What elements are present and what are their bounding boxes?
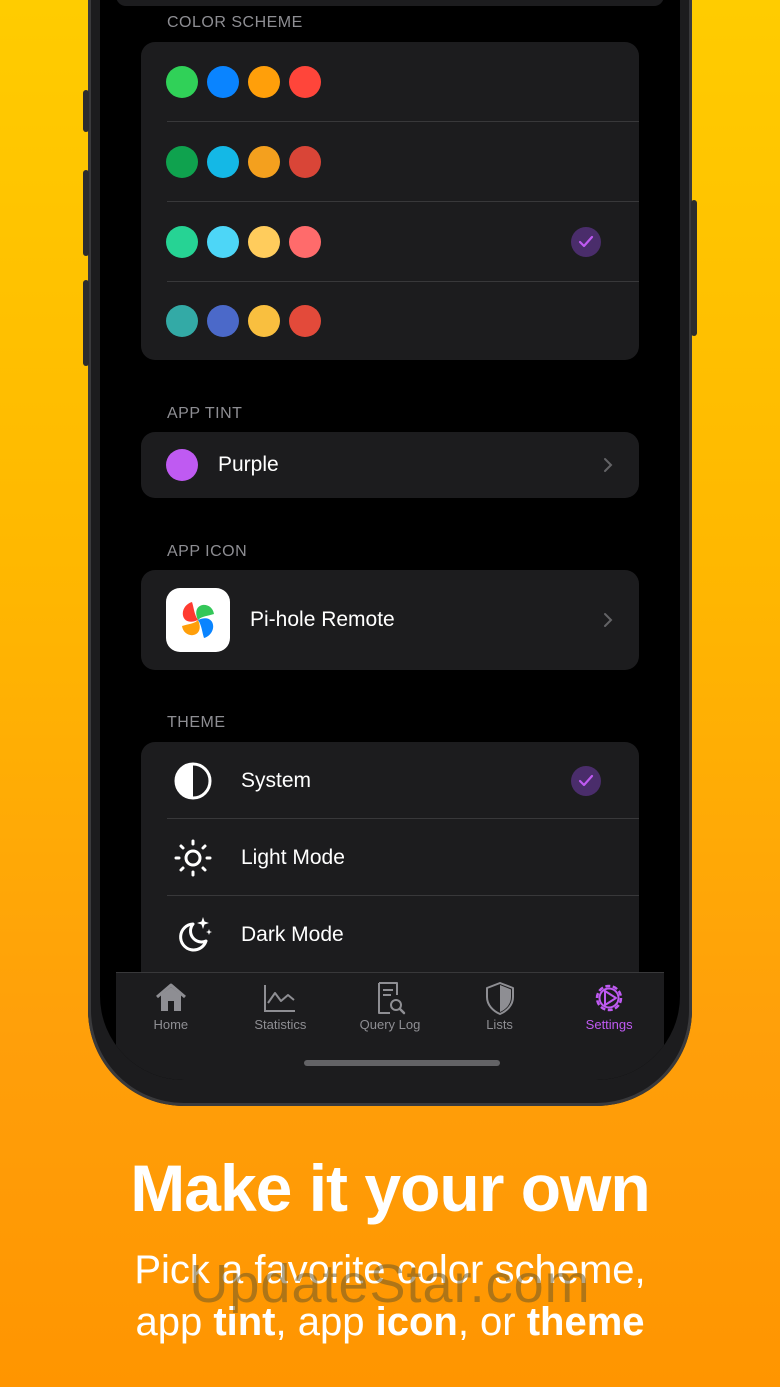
color-swatch xyxy=(248,146,280,178)
theme-header: THEME xyxy=(167,714,226,731)
color-swatch xyxy=(289,226,321,258)
top-group-remnant xyxy=(116,0,664,6)
theme-label: Dark Mode xyxy=(241,923,344,946)
color-swatch xyxy=(207,146,239,178)
phone-volume-down xyxy=(83,280,89,366)
checkmark-icon xyxy=(571,765,601,796)
color-swatch xyxy=(248,226,280,258)
color-swatch xyxy=(207,305,239,337)
chevron-right-icon xyxy=(604,613,613,627)
color-swatches xyxy=(166,305,321,337)
app-icon-label: Pi-hole Remote xyxy=(250,608,395,631)
theme-row-system[interactable]: System xyxy=(141,742,639,819)
tab-label: Settings xyxy=(585,1017,633,1032)
watermark: UpdateStar.com xyxy=(189,1254,591,1314)
color-swatch xyxy=(207,66,239,98)
checkmark-icon xyxy=(571,227,601,257)
color-swatch xyxy=(166,146,198,178)
chart-icon xyxy=(264,985,296,1012)
theme-group: System Light Mode Dark Mode xyxy=(141,742,639,974)
color-swatches xyxy=(166,66,321,98)
color-swatch xyxy=(207,226,239,258)
tint-color-dot xyxy=(166,449,198,481)
app-tint-header: APP TINT xyxy=(167,405,243,422)
theme-row-light[interactable]: Light Mode xyxy=(141,819,639,896)
moon-stars-icon xyxy=(179,917,212,952)
color-swatch xyxy=(289,146,321,178)
app-tint-row[interactable]: Purple xyxy=(141,432,639,498)
color-swatches xyxy=(166,226,321,258)
theme-label: System xyxy=(241,768,312,792)
shield-icon xyxy=(485,982,514,1015)
color-scheme-row[interactable] xyxy=(141,122,639,202)
color-scheme-row[interactable] xyxy=(141,282,639,360)
tab-label: Lists xyxy=(486,1017,513,1032)
tab-label: Statistics xyxy=(254,1017,307,1032)
color-swatch xyxy=(289,305,321,337)
color-swatch xyxy=(289,66,321,98)
app-icon-row[interactable]: Pi-hole Remote xyxy=(141,570,639,670)
color-scheme-row[interactable] xyxy=(141,42,639,122)
chevron-right-icon xyxy=(604,458,613,472)
pihole-app-icon xyxy=(166,588,230,652)
home-indicator xyxy=(304,1060,500,1066)
half-circle-icon xyxy=(174,762,212,799)
theme-row-dark[interactable]: Dark Mode xyxy=(141,896,639,974)
color-scheme-row[interactable] xyxy=(141,202,639,282)
phone-volume-up xyxy=(83,170,89,256)
tab-label: Query Log xyxy=(359,1017,421,1032)
app-icon-header: APP ICON xyxy=(167,543,248,560)
phone-power-button xyxy=(691,200,697,336)
color-swatch xyxy=(248,66,280,98)
color-scheme-group xyxy=(141,42,639,360)
phone-screen: COLOR SCHEME APP TINT Purple APP ICON Pi… xyxy=(100,0,680,1080)
promo-headline: Make it your own xyxy=(130,1151,650,1225)
color-scheme-header: COLOR SCHEME xyxy=(167,14,303,31)
phone-side-button xyxy=(83,90,89,132)
app-icon-group: Pi-hole Remote xyxy=(141,570,639,670)
app-tint-label: Purple xyxy=(218,453,279,476)
tab-label: Home xyxy=(153,1017,189,1032)
pihole-logo-icon xyxy=(182,602,214,638)
house-icon xyxy=(155,983,186,1011)
theme-label: Light Mode xyxy=(241,845,345,869)
tab-settings[interactable]: Settings xyxy=(554,973,664,1080)
sun-icon xyxy=(174,839,212,876)
color-swatches xyxy=(166,146,321,178)
app-tint-group: Purple xyxy=(141,432,639,498)
color-swatch xyxy=(166,226,198,258)
doc-search-icon xyxy=(377,982,406,1015)
color-swatch xyxy=(166,66,198,98)
color-swatch xyxy=(248,305,280,337)
tab-home[interactable]: Home xyxy=(116,973,226,1080)
gear-icon xyxy=(595,984,623,1012)
color-swatch xyxy=(166,305,198,337)
